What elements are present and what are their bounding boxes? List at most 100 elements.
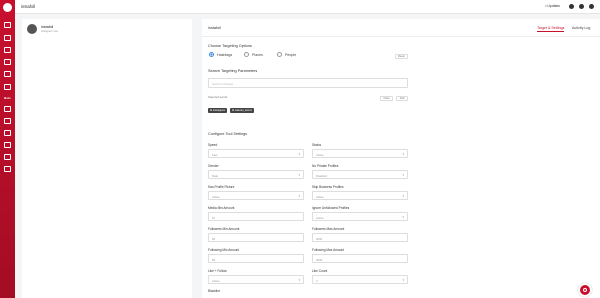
followers-min-value: 50 bbox=[212, 236, 216, 241]
page-title: instafoll bbox=[21, 4, 36, 9]
tag-chip[interactable]: ✖ travelgram bbox=[208, 108, 228, 113]
main-panel: instafoll Target & Settings Activity Log… bbox=[202, 19, 600, 298]
field-label-status: Status bbox=[312, 143, 322, 147]
power-icon[interactable] bbox=[589, 4, 594, 9]
field-label-following-max: Following Max Amount bbox=[312, 248, 345, 252]
settings-icon[interactable] bbox=[569, 4, 574, 9]
chevron-down-icon: ▾ bbox=[402, 278, 404, 282]
speed-value: Fast bbox=[212, 152, 218, 157]
comment-icon[interactable] bbox=[4, 154, 11, 160]
chat-icon bbox=[583, 288, 587, 292]
followers-min-input[interactable]: 50 bbox=[208, 233, 304, 242]
account-subtitle: Instagram now bbox=[41, 30, 59, 33]
instagram-icon[interactable] bbox=[4, 22, 11, 28]
field-label-media-min: Media Min Amount bbox=[208, 206, 235, 210]
search-placeholder: Search hashtags bbox=[212, 82, 233, 86]
field-label-followers-max: Followers Max Amount bbox=[312, 227, 345, 231]
field-label-followers-min: Followers Min Amount bbox=[208, 227, 240, 231]
radio-places[interactable] bbox=[244, 52, 249, 57]
add-button[interactable]: Add bbox=[396, 96, 408, 101]
repeat-icon[interactable] bbox=[4, 166, 11, 172]
account-item[interactable]: instafoll Instagram now bbox=[27, 24, 187, 36]
chevron-down-icon: ▾ bbox=[298, 152, 300, 156]
selected-caption: Selected words: bbox=[208, 95, 228, 99]
following-min-value: 50 bbox=[212, 257, 216, 262]
users-icon[interactable] bbox=[4, 118, 11, 124]
following-max-value: 2000 bbox=[316, 257, 323, 262]
search-title: Search Targeting Parameters bbox=[208, 69, 258, 73]
message-icon[interactable] bbox=[4, 130, 11, 136]
account-name: instafoll bbox=[41, 25, 54, 29]
followers-max-value: 2000 bbox=[316, 236, 323, 241]
field-label-business: Skip Business Profiles bbox=[312, 185, 344, 189]
person-icon[interactable] bbox=[4, 106, 11, 112]
main-title: instafoll bbox=[208, 26, 221, 30]
private-profiles-select[interactable]: Disabled ▾ bbox=[312, 170, 408, 179]
targeting-title: Choose Targeting Options bbox=[208, 44, 252, 48]
followers-max-input[interactable]: 2000 bbox=[312, 233, 408, 242]
radio-hashtags-label: Hashtags bbox=[217, 53, 233, 57]
app-logo[interactable] bbox=[3, 3, 12, 12]
radio-people-label: People bbox=[285, 53, 297, 57]
chevron-down-icon: ▾ bbox=[402, 194, 404, 198]
top-bar: instafoll • Updates bbox=[15, 0, 600, 14]
heart-icon[interactable] bbox=[4, 142, 11, 148]
sidebar: Bots bbox=[0, 0, 15, 298]
avatar bbox=[27, 24, 37, 34]
tag-chip[interactable]: ✖ natures_lovers bbox=[230, 108, 254, 113]
gender-value: Male bbox=[212, 173, 219, 178]
chart-icon[interactable] bbox=[4, 71, 11, 77]
field-label-gender: Gender bbox=[208, 164, 219, 168]
field-label-like-count: Like Count bbox=[312, 269, 328, 273]
status-value: Active bbox=[316, 152, 324, 157]
like-count-value: 3 bbox=[316, 278, 318, 283]
radio-hashtags[interactable] bbox=[209, 52, 214, 57]
chevron-down-icon: ▾ bbox=[298, 173, 300, 177]
following-min-input[interactable]: 50 bbox=[208, 254, 304, 263]
chevron-down-icon: ▾ bbox=[402, 215, 404, 219]
radio-people[interactable] bbox=[277, 52, 282, 57]
book-icon[interactable] bbox=[4, 47, 11, 53]
sidebar-item-bots[interactable]: Bots bbox=[1, 96, 14, 100]
status-select[interactable]: Active ▾ bbox=[312, 149, 408, 158]
clear-button[interactable]: Clear bbox=[380, 96, 393, 101]
business-profiles-select[interactable]: Active ▾ bbox=[312, 191, 408, 200]
field-label-private: No Private Profiles bbox=[312, 164, 339, 168]
calendar-icon[interactable] bbox=[4, 35, 11, 41]
chevron-down-icon: ▾ bbox=[298, 194, 300, 198]
tab-activity-log[interactable]: Activity Log bbox=[572, 26, 590, 30]
private-profiles-value: Disabled bbox=[316, 173, 327, 178]
config-title: Configure Tool Settings bbox=[208, 132, 248, 136]
main-header: instafoll Target & Settings Activity Log bbox=[202, 19, 600, 37]
field-label-unfollowed: Ignore Unfollowed Profiles bbox=[312, 206, 350, 210]
unfollowed-select[interactable]: Active ▾ bbox=[312, 212, 408, 221]
media-min-input[interactable]: 10 bbox=[208, 212, 304, 221]
following-max-input[interactable]: 2000 bbox=[312, 254, 408, 263]
field-label-blacklist: Blacklist bbox=[208, 289, 220, 293]
like-follow-value: Active bbox=[212, 278, 220, 283]
reset-button[interactable]: Reset bbox=[395, 54, 408, 59]
account-list-panel: instafoll Instagram now bbox=[22, 19, 192, 298]
chevron-down-icon: ▾ bbox=[298, 278, 300, 282]
profile-picture-select[interactable]: Active ▾ bbox=[208, 191, 304, 200]
gear-icon[interactable] bbox=[579, 4, 584, 9]
radio-places-label: Places bbox=[252, 53, 263, 57]
field-label-following-min: Following Min Amount bbox=[208, 248, 240, 252]
media-min-value: 10 bbox=[212, 215, 216, 220]
chat-button[interactable] bbox=[578, 283, 592, 297]
list-icon[interactable] bbox=[4, 59, 11, 65]
gender-select[interactable]: Male ▾ bbox=[208, 170, 304, 179]
tab-target-settings[interactable]: Target & Settings bbox=[537, 26, 565, 32]
like-follow-select[interactable]: Active ▾ bbox=[208, 275, 304, 284]
chevron-down-icon: ▾ bbox=[402, 173, 404, 177]
unfollowed-value: Active bbox=[316, 215, 324, 220]
wrench-icon[interactable] bbox=[4, 84, 11, 90]
like-count-select[interactable]: 3 ▾ bbox=[312, 275, 408, 284]
speed-select[interactable]: Fast ▾ bbox=[208, 149, 304, 158]
field-label-picture: Has Profile Picture bbox=[208, 185, 235, 189]
updates-link[interactable]: • Updates bbox=[545, 4, 560, 8]
search-input[interactable]: Search hashtags bbox=[208, 78, 408, 88]
chevron-down-icon: ▾ bbox=[402, 152, 404, 156]
field-label-like-follow: Like + Follow bbox=[208, 269, 227, 273]
profile-picture-value: Active bbox=[212, 194, 220, 199]
